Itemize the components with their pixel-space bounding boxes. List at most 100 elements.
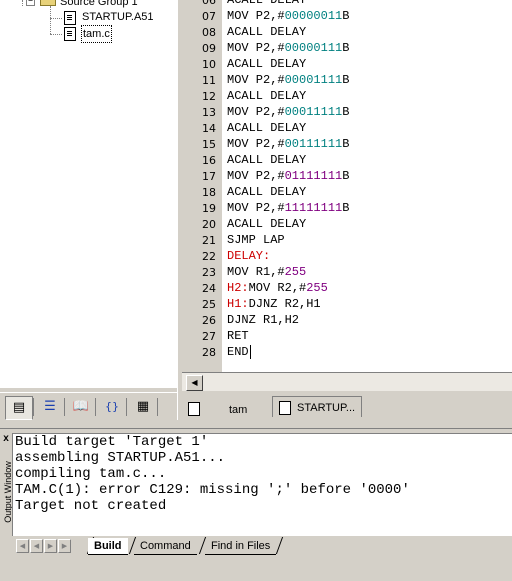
line-number: 25: [202, 298, 216, 311]
output-line: Build target 'Target 1': [15, 434, 209, 450]
collapse-icon[interactable]: −: [26, 0, 35, 6]
code-token: DELAY:: [227, 249, 271, 263]
code-line: MOV P2,#00000111B: [227, 41, 349, 55]
line-number: 12: [202, 90, 216, 103]
code-token: 00011111: [284, 105, 343, 119]
tab-tam[interactable]: tam: [182, 398, 272, 418]
tree-item-tam[interactable]: tam.c: [81, 25, 112, 43]
line-number: 09: [202, 42, 216, 55]
code-token: ACALL DELAY: [227, 0, 307, 7]
code-line: MOV P2,#00111111B: [227, 137, 349, 151]
code-token: H2:: [227, 281, 249, 295]
code-token: ACALL DELAY: [227, 89, 307, 103]
regs-tab-icon[interactable]: ☰: [37, 396, 63, 418]
line-number: 07: [202, 10, 216, 23]
file-icon: [188, 402, 200, 416]
code-token: MOV P2,#: [227, 73, 285, 87]
code-token: B: [342, 9, 350, 23]
functions-tab-icon[interactable]: {}: [99, 396, 125, 418]
tab-separator: [64, 398, 65, 416]
code-line: ACALL DELAY: [227, 0, 306, 7]
code-line: ACALL DELAY: [227, 217, 306, 231]
code-line: H1:DJNZ R2,H1: [227, 297, 321, 311]
code-token: 11111111: [284, 201, 343, 215]
prev-tab-icon[interactable]: ◀: [30, 539, 43, 553]
code-line: ACALL DELAY: [227, 153, 306, 167]
first-tab-icon[interactable]: ◀: [16, 539, 29, 553]
code-line: ACALL DELAY: [227, 25, 306, 39]
tab-startup[interactable]: STARTUP...: [272, 396, 362, 417]
tab-find-in-files[interactable]: Find in Files: [205, 538, 277, 555]
files-tab-icon[interactable]: ▤: [5, 396, 33, 420]
code-token: MOV R2,#: [248, 281, 307, 295]
line-number: 06: [202, 0, 216, 7]
code-token: SJMP LAP: [227, 233, 285, 247]
file-icon: [64, 11, 76, 25]
templates-tab-icon[interactable]: ▦: [130, 396, 156, 418]
code-token: ACALL DELAY: [227, 57, 307, 71]
books-tab-icon[interactable]: 📖: [68, 396, 94, 418]
code-line: END: [227, 345, 249, 359]
code-line: ACALL DELAY: [227, 57, 306, 71]
scroll-left-icon[interactable]: ◀: [186, 375, 203, 391]
code-token: DJNZ R1,H2: [227, 313, 300, 327]
tab-separator: [157, 398, 158, 416]
line-number: 23: [202, 266, 216, 279]
code-line: ACALL DELAY: [227, 89, 306, 103]
code-token: 00000111: [284, 41, 343, 55]
output-line: compiling tam.c...: [15, 466, 167, 482]
folder-icon: [40, 0, 56, 6]
code-line: SJMP LAP: [227, 233, 285, 247]
tree-connector: [50, 34, 62, 35]
code-token: END: [227, 345, 249, 359]
code-line: MOV P2,#01111111B: [227, 169, 349, 183]
code-token: B: [342, 73, 350, 87]
line-number: 15: [202, 138, 216, 151]
next-tab-icon[interactable]: ▶: [44, 539, 57, 553]
code-token: B: [342, 41, 350, 55]
code-token: B: [342, 137, 350, 151]
code-token: RET: [227, 329, 249, 343]
code-line: MOV R1,#255: [227, 265, 306, 279]
code-token: MOV P2,#: [227, 137, 285, 151]
code-token: MOV P2,#: [227, 105, 285, 119]
line-number: 24: [202, 282, 216, 295]
code-token: MOV P2,#: [227, 169, 285, 183]
tree-item-startup[interactable]: STARTUP.A51: [82, 9, 154, 25]
code-line: ACALL DELAY: [227, 185, 306, 199]
code-line: MOV P2,#00001111B: [227, 73, 349, 87]
code-token: 00111111: [284, 137, 343, 151]
output-line: Target not created: [15, 498, 167, 514]
code-token: MOV P2,#: [227, 9, 285, 23]
code-token: ACALL DELAY: [227, 25, 307, 39]
tab-label: STARTUP...: [297, 402, 356, 414]
code-line: DJNZ R1,H2: [227, 313, 299, 327]
line-number: 26: [202, 314, 216, 327]
code-line: ACALL DELAY: [227, 121, 306, 135]
output-window-title: Output Window: [0, 432, 13, 554]
code-line: MOV P2,#00000011B: [227, 9, 349, 23]
code-line: RET: [227, 329, 249, 343]
tab-command[interactable]: Command: [134, 538, 197, 555]
code-token: ACALL DELAY: [227, 121, 307, 135]
project-tree[interactable]: − Source Group 1 STARTUP.A51 tam.c: [0, 0, 178, 388]
code-token: MOV P2,#: [227, 201, 285, 215]
last-tab-icon[interactable]: ▶: [58, 539, 71, 553]
tab-build[interactable]: Build: [88, 538, 128, 555]
output-line: TAM.C(1): error C129: missing ';' before…: [15, 482, 410, 498]
code-token: ACALL DELAY: [227, 185, 307, 199]
file-icon: [64, 27, 76, 41]
line-number: 10: [202, 58, 216, 71]
horizontal-scrollbar[interactable]: [182, 372, 512, 391]
line-number: 22: [202, 250, 216, 263]
line-number: 16: [202, 154, 216, 167]
project-tab-bar: ▤ ☰ 📖 {} ▦: [0, 392, 177, 421]
tab-label: tam: [229, 404, 248, 416]
code-token: 00000011: [284, 9, 343, 23]
tab-separator: [95, 398, 96, 416]
code-token: 255: [306, 281, 328, 295]
code-token: ACALL DELAY: [227, 153, 307, 167]
code-line: MOV P2,#11111111B: [227, 201, 349, 215]
code-token: B: [342, 105, 350, 119]
code-token: 255: [284, 265, 307, 279]
